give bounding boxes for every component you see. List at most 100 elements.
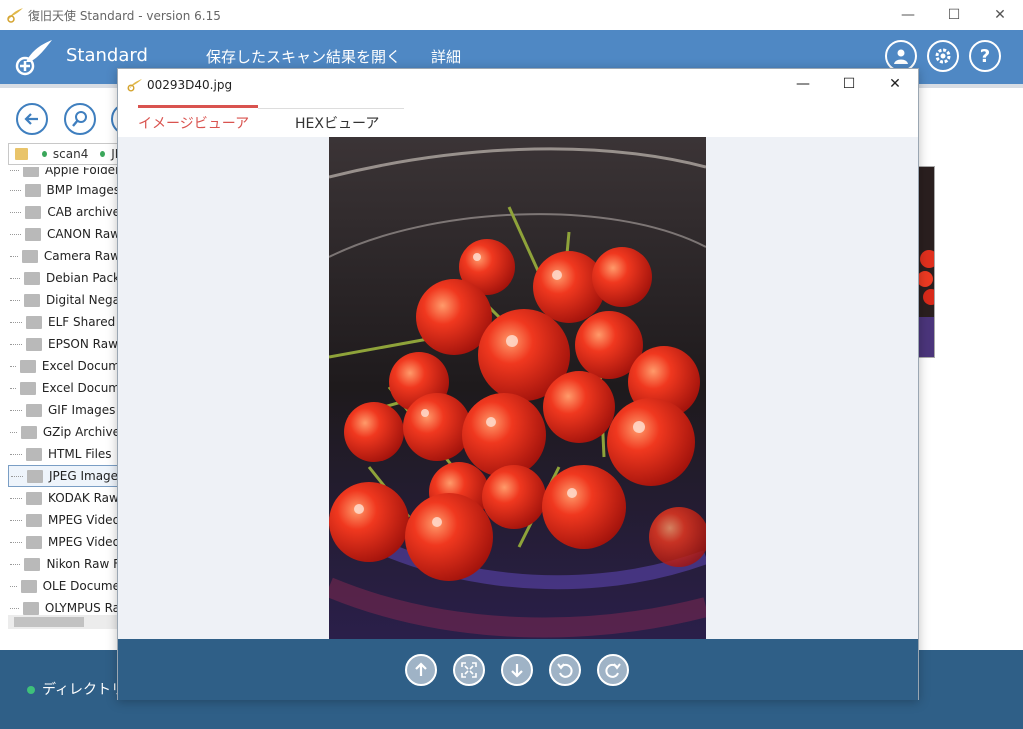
- maximize-button[interactable]: ☐: [931, 0, 977, 30]
- viewer-close-button[interactable]: ✕: [872, 69, 918, 99]
- tree-connector: [10, 343, 22, 345]
- close-button[interactable]: ✕: [977, 0, 1023, 30]
- maximize-icon: ☐: [842, 76, 856, 92]
- folder-icon: [26, 513, 42, 527]
- settings-button[interactable]: [927, 40, 959, 72]
- tree-horizontal-scrollbar[interactable]: [8, 615, 120, 629]
- tree-item[interactable]: GIF Images: [8, 399, 120, 421]
- tree-item-label: CANON Raw: [46, 227, 120, 241]
- tree-item[interactable]: BMP Images: [8, 179, 120, 201]
- tree-connector: [10, 277, 21, 279]
- angel-logo-icon: [7, 8, 23, 23]
- tree-item[interactable]: OLE Docume: [8, 575, 120, 597]
- tree-item[interactable]: Nikon Raw F: [8, 553, 120, 575]
- back-button[interactable]: [16, 103, 48, 135]
- tree-item[interactable]: CANON Raw: [8, 223, 120, 245]
- tree-connector: [10, 519, 22, 521]
- tree-item-label: CAB archive: [47, 205, 120, 219]
- tab-image-viewer[interactable]: イメージビューア: [138, 113, 249, 133]
- tree-item[interactable]: KODAK Raw: [8, 487, 120, 509]
- tree-item-label: Camera Raw: [43, 249, 120, 263]
- minimize-icon: —: [796, 76, 810, 92]
- window-title: 復旧天使 Standard - version 6.15: [28, 9, 221, 23]
- tree-item[interactable]: Digital Nega: [8, 289, 120, 311]
- rotate-right-icon: [605, 663, 621, 678]
- brand-label: Standard: [66, 45, 148, 66]
- tree-connector: [10, 431, 17, 433]
- tree-item[interactable]: ELF Shared: [8, 311, 120, 333]
- tree-item-label: MPEG Video: [48, 513, 120, 527]
- tree-item-label: GIF Images: [48, 403, 116, 417]
- tree-connector: [10, 453, 22, 455]
- help-icon: ?: [979, 45, 991, 67]
- tree-item[interactable]: EPSON Raw: [8, 333, 120, 355]
- folder-icon: [24, 183, 41, 197]
- tree-item[interactable]: Debian Pack: [8, 267, 120, 289]
- rotate-left-button[interactable]: [549, 654, 581, 686]
- folder-icon: [26, 535, 42, 549]
- help-button[interactable]: ?: [969, 40, 1001, 72]
- rotate-right-button[interactable]: [597, 654, 629, 686]
- thumbnail-preview[interactable]: [918, 166, 935, 358]
- tree-item-label: Digital Nega: [45, 293, 120, 307]
- preview-image[interactable]: [329, 137, 706, 639]
- viewer-filename: 00293D40.jpg: [147, 78, 233, 92]
- viewer-minimize-button[interactable]: —: [780, 69, 826, 99]
- breadcrumb: scan4 JP: [8, 143, 123, 165]
- tree-item-label: KODAK Raw: [48, 491, 119, 505]
- rotate-left-icon: [557, 663, 573, 678]
- tree-connector: [10, 409, 22, 411]
- viewer-tabs: イメージビューア HEXビューア: [118, 103, 918, 137]
- tree-item[interactable]: MPEG Video: [8, 509, 120, 531]
- folder-icon: [15, 148, 29, 160]
- tree-item[interactable]: GZip Archive: [8, 421, 120, 443]
- folder-icon: [22, 167, 39, 177]
- arrow-up-icon: [415, 662, 427, 676]
- folder-icon: [26, 447, 42, 461]
- tree-connector: [10, 211, 22, 213]
- status-dot-icon: [27, 686, 35, 694]
- tree-item-label: ELF Shared: [48, 315, 116, 329]
- fit-screen-button[interactable]: [453, 654, 485, 686]
- cherries-photo: [329, 137, 706, 639]
- tree-item-selected[interactable]: JPEG Image: [8, 465, 120, 487]
- folder-icon: [26, 315, 42, 329]
- viewer-maximize-button[interactable]: ☐: [826, 69, 872, 99]
- folder-icon: [20, 425, 37, 439]
- tree-item[interactable]: HTML Files: [8, 443, 120, 465]
- tree-connector: [10, 365, 16, 367]
- tree-connector: [10, 169, 19, 171]
- scrollbar-thumb[interactable]: [14, 617, 84, 627]
- folder-icon: [25, 205, 42, 219]
- menu-details[interactable]: 詳細: [431, 46, 461, 67]
- tree-item[interactable]: Excel Docum: [8, 377, 120, 399]
- next-image-button[interactable]: [501, 654, 533, 686]
- tree-item-label: GZip Archive: [42, 425, 120, 439]
- breadcrumb-segment[interactable]: scan4: [53, 147, 88, 161]
- title-bar: 復旧天使 Standard - version 6.15 — ☐ ✕: [0, 0, 1023, 30]
- tree-item-label: EPSON Raw: [48, 337, 118, 351]
- tree-item-label: Nikon Raw F: [46, 557, 120, 571]
- folder-icon: [24, 271, 41, 285]
- tree-connector: [10, 233, 21, 235]
- tree-item-label: Excel Docum: [41, 359, 120, 373]
- tree-connector: [11, 475, 23, 477]
- close-icon: ✕: [889, 76, 901, 92]
- tree-item[interactable]: Camera Raw: [8, 245, 120, 267]
- search-button[interactable]: [64, 103, 96, 135]
- menu-open-scan[interactable]: 保存したスキャン結果を開く: [206, 46, 401, 67]
- tree-item[interactable]: Excel Docum: [8, 355, 120, 377]
- tab-hex-viewer[interactable]: HEXビューア: [295, 113, 379, 133]
- folder-icon: [26, 491, 42, 505]
- previous-image-button[interactable]: [405, 654, 437, 686]
- tree-connector: [10, 387, 16, 389]
- image-canvas: [118, 137, 918, 639]
- tree-item-label: MPEG Video: [48, 535, 120, 549]
- tree-connector: [10, 299, 20, 301]
- minimize-icon: —: [901, 7, 915, 23]
- tree-item[interactable]: MPEG Video: [8, 531, 120, 553]
- folder-icon: [19, 359, 36, 373]
- minimize-button[interactable]: —: [885, 0, 931, 30]
- tree-item-label: OLE Docume: [42, 579, 120, 593]
- tree-item[interactable]: CAB archive: [8, 201, 120, 223]
